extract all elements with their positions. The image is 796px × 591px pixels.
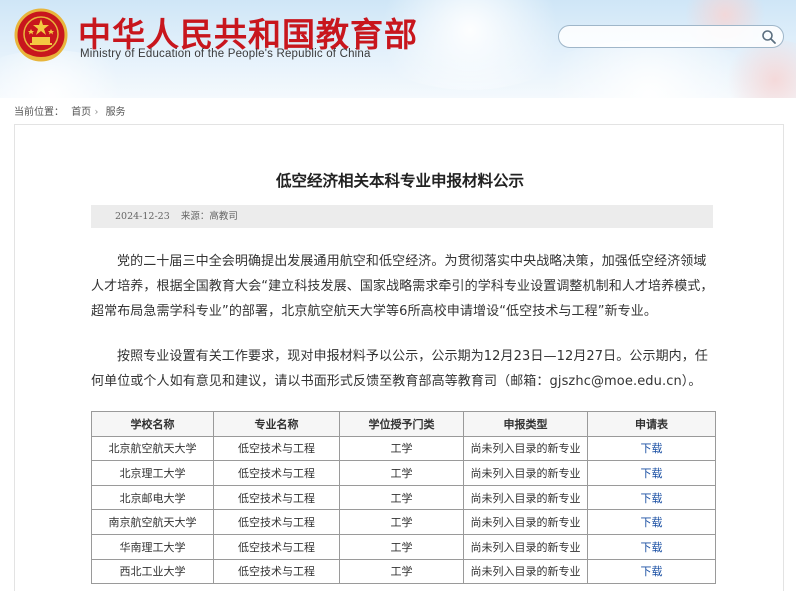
- national-emblem-icon[interactable]: [14, 8, 68, 64]
- download-link[interactable]: 下载: [641, 516, 663, 529]
- article-meta: 2024-12-23 来源：高教司: [91, 205, 713, 228]
- download-link[interactable]: 下载: [641, 565, 663, 578]
- article-source: 来源：高教司: [180, 211, 238, 222]
- breadcrumb-separator: ›: [94, 107, 99, 118]
- breadcrumb-home[interactable]: 首页: [71, 107, 91, 118]
- school-name: 北京理工大学: [91, 460, 214, 486]
- table-header: 申请表: [587, 411, 716, 437]
- application-type: 尚未列入目录的新专业: [463, 484, 588, 511]
- major-name: 低空技术与工程: [213, 460, 340, 486]
- application-form-cell: 下载: [587, 435, 716, 462]
- application-type: 尚未列入目录的新专业: [463, 509, 588, 535]
- degree-category: 工学: [339, 435, 464, 462]
- degree-category: 工学: [339, 460, 464, 486]
- download-link[interactable]: 下载: [641, 541, 663, 554]
- application-form-cell: 下载: [587, 484, 716, 511]
- major-name: 低空技术与工程: [213, 435, 340, 462]
- download-link[interactable]: 下载: [641, 467, 663, 480]
- table-row: 西北工业大学 低空技术与工程 工学 尚未列入目录的新专业 下载: [91, 558, 716, 585]
- breadcrumb-label: 当前位置：: [14, 107, 64, 118]
- table-header: 申报类型: [463, 411, 588, 437]
- school-name: 西北工业大学: [91, 558, 214, 585]
- breadcrumb-service[interactable]: 服务: [106, 107, 126, 118]
- schools-table: 学校名称 专业名称 学位授予门类 申报类型 申请表 北京航空航天大学 低空技术与…: [91, 411, 716, 585]
- table-header: 专业名称: [213, 411, 340, 437]
- degree-category: 工学: [339, 509, 464, 535]
- download-link[interactable]: 下载: [641, 492, 663, 505]
- article-date: 2024-12-23: [115, 211, 170, 222]
- search-box: [558, 25, 784, 48]
- article-card: 低空经济相关本科专业申报材料公示 2024-12-23 来源：高教司 党的二十届…: [14, 124, 784, 591]
- major-name: 低空技术与工程: [213, 558, 340, 585]
- breadcrumb: 当前位置： 首页 › 服务: [14, 103, 126, 118]
- download-link[interactable]: 下载: [641, 442, 663, 455]
- major-name: 低空技术与工程: [213, 533, 340, 560]
- article-paragraph: 党的二十届三中全会明确提出发展通用航空和低空经济。为贯彻落实中央战略决策，加强低…: [91, 254, 714, 319]
- application-form-cell: 下载: [587, 533, 716, 560]
- application-type: 尚未列入目录的新专业: [463, 435, 588, 462]
- school-name: 华南理工大学: [91, 533, 214, 560]
- table-row: 华南理工大学 低空技术与工程 工学 尚未列入目录的新专业 下载: [91, 533, 716, 560]
- table-header: 学校名称: [91, 411, 214, 437]
- table-header: 学位授予门类: [339, 411, 464, 437]
- school-name: 南京航空航天大学: [91, 509, 214, 535]
- school-name: 北京邮电大学: [91, 484, 214, 511]
- application-type: 尚未列入目录的新专业: [463, 460, 588, 486]
- table-row: 南京航空航天大学 低空技术与工程 工学 尚未列入目录的新专业 下载: [91, 509, 716, 535]
- application-type: 尚未列入目录的新专业: [463, 558, 588, 585]
- application-form-cell: 下载: [587, 509, 716, 535]
- table-header-row: 学校名称 专业名称 学位授予门类 申报类型 申请表: [91, 411, 716, 437]
- search-input[interactable]: [569, 29, 749, 45]
- degree-category: 工学: [339, 533, 464, 560]
- school-name: 北京航空航天大学: [91, 435, 214, 462]
- article-title: 低空经济相关本科专业申报材料公示: [275, 172, 524, 190]
- application-form-cell: 下载: [587, 558, 716, 585]
- table-row: 北京邮电大学 低空技术与工程 工学 尚未列入目录的新专业 下载: [91, 484, 716, 511]
- application-type: 尚未列入目录的新专业: [463, 533, 588, 560]
- site-subtitle-en: Ministry of Education of the People's Re…: [80, 48, 371, 60]
- table-row: 北京航空航天大学 低空技术与工程 工学 尚未列入目录的新专业 下载: [91, 435, 716, 462]
- search-icon[interactable]: [761, 29, 777, 45]
- degree-category: 工学: [339, 558, 464, 585]
- table-row: 北京理工大学 低空技术与工程 工学 尚未列入目录的新专业 下载: [91, 460, 716, 486]
- major-name: 低空技术与工程: [213, 509, 340, 535]
- article-paragraph: 按照专业设置有关工作要求，现对申报材料予以公示，公示期为12月23日—12月27…: [91, 349, 708, 389]
- major-name: 低空技术与工程: [213, 484, 340, 511]
- degree-category: 工学: [339, 484, 464, 511]
- site-header: 中华人民共和国教育部 Ministry of Education of the …: [0, 0, 796, 98]
- application-form-cell: 下载: [587, 460, 716, 486]
